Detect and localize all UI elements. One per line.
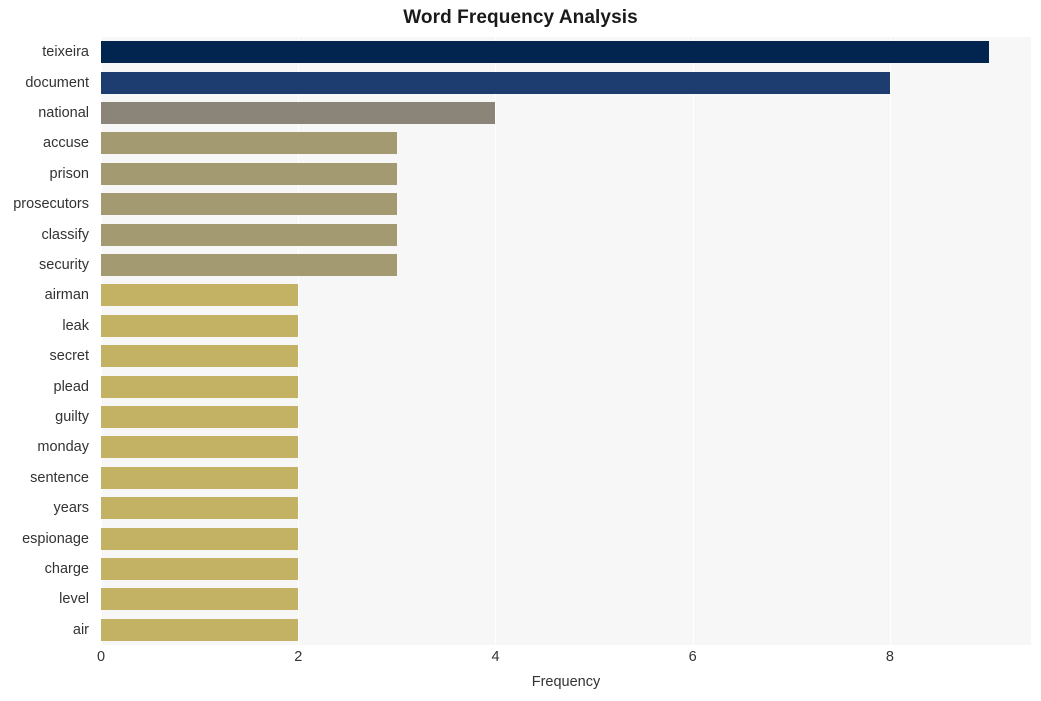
word-frequency-chart: Word Frequency Analysis teixeira document… bbox=[0, 0, 1041, 701]
bar[interactable] bbox=[101, 466, 299, 489]
y-axis-tick-label: charge bbox=[44, 561, 89, 577]
bar[interactable] bbox=[101, 193, 397, 216]
bar[interactable] bbox=[101, 345, 299, 368]
bar[interactable] bbox=[101, 254, 397, 276]
y-axis-tick-label: level bbox=[59, 591, 89, 608]
y-axis-tick-label: air bbox=[72, 621, 89, 638]
bar[interactable] bbox=[101, 132, 397, 155]
y-axis-tick-label: national bbox=[38, 105, 89, 121]
x-axis-title: Frequency bbox=[531, 674, 601, 690]
y-axis-tick-label: leak bbox=[62, 317, 89, 334]
bar[interactable] bbox=[101, 558, 299, 580]
x-axis-tick-label: 8 bbox=[885, 649, 895, 665]
bars-layer bbox=[101, 37, 1031, 645]
y-axis-labels: teixeira document national accuse prison pros… bbox=[0, 37, 95, 645]
x-axis-tick-label: 4 bbox=[491, 649, 500, 665]
bar[interactable] bbox=[101, 314, 299, 337]
y-axis-tick-label: secret bbox=[49, 348, 90, 365]
bar[interactable] bbox=[101, 497, 299, 520]
bar[interactable] bbox=[101, 41, 989, 64]
y-axis-tick-label: document bbox=[25, 74, 89, 91]
y-axis-tick-label: plead bbox=[53, 378, 89, 395]
y-axis-tick-label: prison bbox=[49, 165, 90, 182]
bar[interactable] bbox=[101, 375, 299, 398]
y-axis-tick-label: teixeira bbox=[42, 44, 89, 61]
x-axis-tick-label: 2 bbox=[294, 649, 303, 665]
y-axis-tick-label: espionage bbox=[22, 530, 89, 547]
y-axis-tick-label: prosecutors bbox=[13, 196, 89, 213]
bar[interactable] bbox=[101, 162, 397, 185]
y-axis-tick-label: security bbox=[39, 257, 89, 273]
bar[interactable] bbox=[101, 406, 299, 428]
y-axis-tick-label: monday bbox=[37, 439, 89, 456]
x-axis-ticks: 0 2 4 6 8 bbox=[0, 648, 1041, 672]
y-axis-tick-label: guilty bbox=[55, 409, 89, 425]
bar[interactable] bbox=[101, 223, 397, 246]
x-axis-tick-label: 6 bbox=[688, 649, 697, 665]
y-axis-tick-label: sentence bbox=[30, 469, 89, 486]
y-axis-tick-label: classify bbox=[41, 226, 89, 243]
bar[interactable] bbox=[101, 284, 299, 307]
bar[interactable] bbox=[101, 102, 496, 124]
x-axis-tick-label: 0 bbox=[96, 649, 106, 665]
bar[interactable] bbox=[101, 588, 299, 611]
y-axis-tick-label: accuse bbox=[43, 135, 89, 152]
y-axis-tick-label: airman bbox=[44, 287, 89, 304]
bar[interactable] bbox=[101, 436, 299, 459]
bar[interactable] bbox=[101, 527, 299, 550]
plot-area bbox=[101, 37, 1031, 645]
bar[interactable] bbox=[101, 618, 299, 641]
y-axis-tick-label: years bbox=[53, 500, 89, 517]
bar[interactable] bbox=[101, 71, 890, 94]
chart-title: Word Frequency Analysis bbox=[403, 7, 638, 28]
